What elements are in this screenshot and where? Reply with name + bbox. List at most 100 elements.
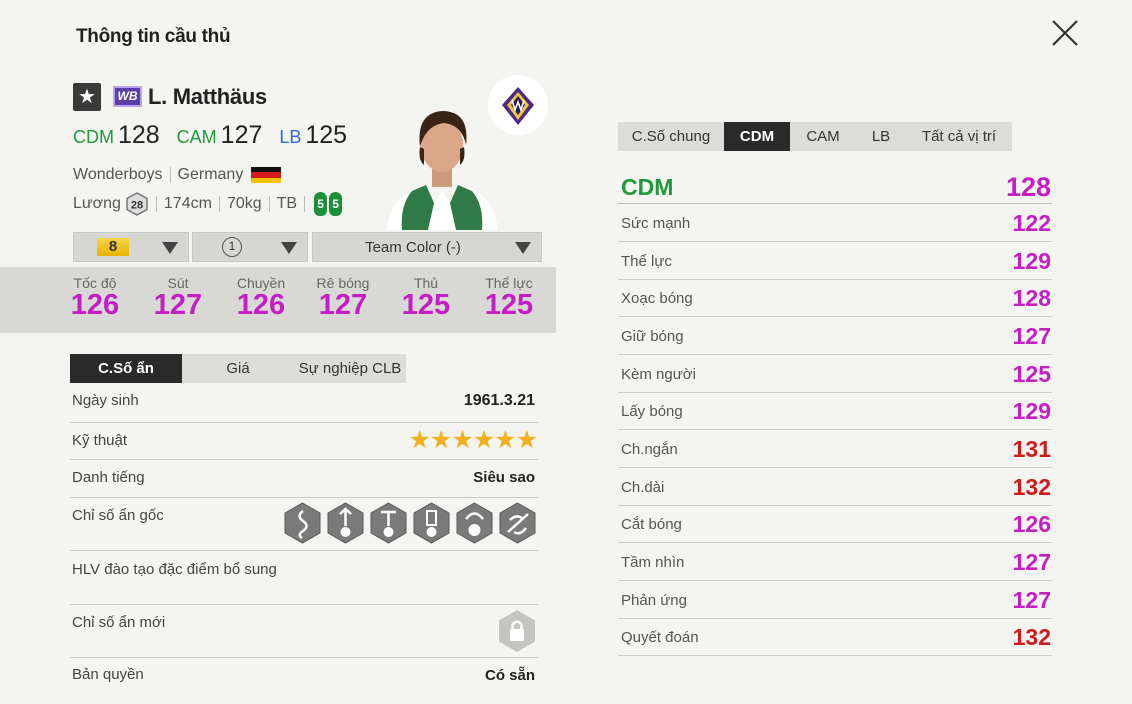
salary-hex-icon: 28 [126,192,148,216]
team-color-value: Team Color (-) [365,238,461,256]
new-traits-label: Chỉ số ẩn mới [72,614,166,631]
stat-row-label: Phản ứng [621,592,687,609]
favorite-star-icon[interactable]: ★ [73,83,101,111]
stat-row-value: 127 [1012,587,1051,613]
team-name: Wonderboys [73,166,163,183]
stat-row-value: 131 [1012,436,1051,462]
position-ovr: 125 [305,121,348,149]
coach-traits-row: HLV đào tạo đặc điểm bổ sung [70,551,539,605]
tab-price[interactable]: Giá [182,354,294,383]
stat-row: Thể lực 129 [618,242,1052,280]
salary-value: 28 [131,200,143,212]
stat-dribbling: Rê bóng 127 [303,275,383,320]
team-player-icon[interactable] [498,502,537,544]
stat-value: 125 [484,289,534,321]
tab-lb[interactable]: LB [856,122,906,151]
stat-row-label: Tầm nhìn [621,554,685,571]
stat-row-label: Sức mạnh [621,215,691,232]
stat-row-value: 129 [1012,248,1051,274]
tab-all-positions[interactable]: Tất cả vị trí [906,122,1012,151]
stat-row-value: 122 [1012,210,1051,236]
stat-passing: Chuyền 126 [221,275,301,320]
finesse-icon[interactable] [412,502,451,544]
dribbler-icon[interactable] [283,502,322,544]
position-stats-header: CDM 128 [618,170,1052,204]
close-icon[interactable] [1048,16,1082,50]
stat-row-value: 129 [1012,398,1051,424]
license-value: Có sẵn [484,667,535,684]
upgrade-level-value: 8 [97,238,129,256]
divider [155,196,157,212]
stat-row: Phản ứng 127 [618,581,1052,619]
position-ovr: 127 [220,121,263,149]
tab-cam[interactable]: CAM [790,122,856,151]
stat-row-value: 127 [1012,549,1051,575]
tab-cdm[interactable]: CDM [724,122,790,151]
divider [268,196,270,212]
stat-row-value: 126 [1012,511,1051,537]
birth-value: 1961.3.21 [463,392,535,409]
stat-row: Sức mạnh 122 [618,204,1052,242]
divider [304,196,306,212]
stat-row-label: Xoạc bóng [621,290,693,307]
tab-hidden-stats[interactable]: C.Số ẩn [70,354,182,383]
power-header-icon[interactable] [369,502,408,544]
lock-icon[interactable] [497,609,537,653]
right-foot-rating: 5 [329,192,343,216]
long-shot-icon[interactable] [326,502,365,544]
birth-row: Ngày sinh 1961.3.21 [70,392,539,423]
license-row: Bản quyền Có sẵn [70,658,539,696]
position-ratings: CDM 128 CAM 127 LB 125 [73,121,357,150]
season-badge: WB [113,86,142,107]
stat-row-label: Cắt bóng [621,516,682,533]
body-type: TB [276,195,298,212]
stat-row: Ch.dài 132 [618,468,1052,506]
stat-row-label: Ch.dài [621,479,665,496]
trait-icons [283,502,537,544]
stat-row-label: Quyết đoán [621,629,699,646]
stat-row: Giữ bóng 127 [618,317,1052,355]
chevron-down-icon [281,242,297,254]
detail-tabs: C.Số ẩn Giá Sự nghiệp CLB [70,354,406,383]
stat-row: Ch.ngắn 131 [618,430,1052,468]
position-label: LB [279,127,302,147]
divider [169,167,171,183]
height: 174cm [163,195,212,212]
birth-label: Ngày sinh [72,392,139,409]
player-info-row: Lương 28 174cm 70kg TB 5 5 [73,192,343,216]
stat-row: Quyết đoán 132 [618,618,1052,656]
position-ovr-value: 128 [1005,172,1051,202]
stat-row-label: Kèm người [621,366,696,383]
coach-traits-label: HLV đào tạo đặc điểm bổ sung [72,561,277,578]
position-name: CDM [621,174,674,200]
stat-row-label: Thể lực [621,253,672,270]
page-title: Thông tin cầu thủ [76,26,231,47]
skill-label: Kỹ thuật [72,432,128,449]
stat-row-value: 132 [1012,624,1051,650]
base-traits-row: Chỉ số ẩn gốc [70,498,539,551]
team-nation-row: Wonderboys Germany [73,166,282,184]
wonderboys-logo-icon [502,87,534,125]
stat-pace: Tốc độ 126 [55,275,135,320]
trait-level-select[interactable]: 1 [192,232,308,262]
tab-club-career[interactable]: Sự nghiệp CLB [294,354,406,383]
team-color-select[interactable]: Team Color (-) [312,232,542,262]
salary-label: Lương [73,195,121,212]
base-traits-label: Chỉ số ẩn gốc [72,507,164,524]
stat-row: Tầm nhìn 127 [618,543,1052,581]
germany-flag-icon [251,167,282,183]
playmaker-icon[interactable] [455,502,494,544]
tab-general-stats[interactable]: C.Số chung [618,122,724,151]
chevron-down-icon [515,242,531,254]
upgrade-level-select[interactable]: 8 [73,232,189,262]
stat-defending: Thủ 125 [386,275,466,320]
fame-value: Siêu sao [473,469,535,486]
stat-row: Cắt bóng 126 [618,505,1052,543]
skill-stars: ★★★★★★ [408,426,538,454]
player-photo [387,111,498,230]
stat-row: Kèm người 125 [618,355,1052,393]
skill-row: Kỹ thuật ★★★★★★ [70,423,539,460]
stat-row: Lấy bóng 129 [618,392,1052,430]
stat-row-label: Ch.ngắn [621,441,678,458]
stat-physical: Thể lực 125 [469,275,549,321]
